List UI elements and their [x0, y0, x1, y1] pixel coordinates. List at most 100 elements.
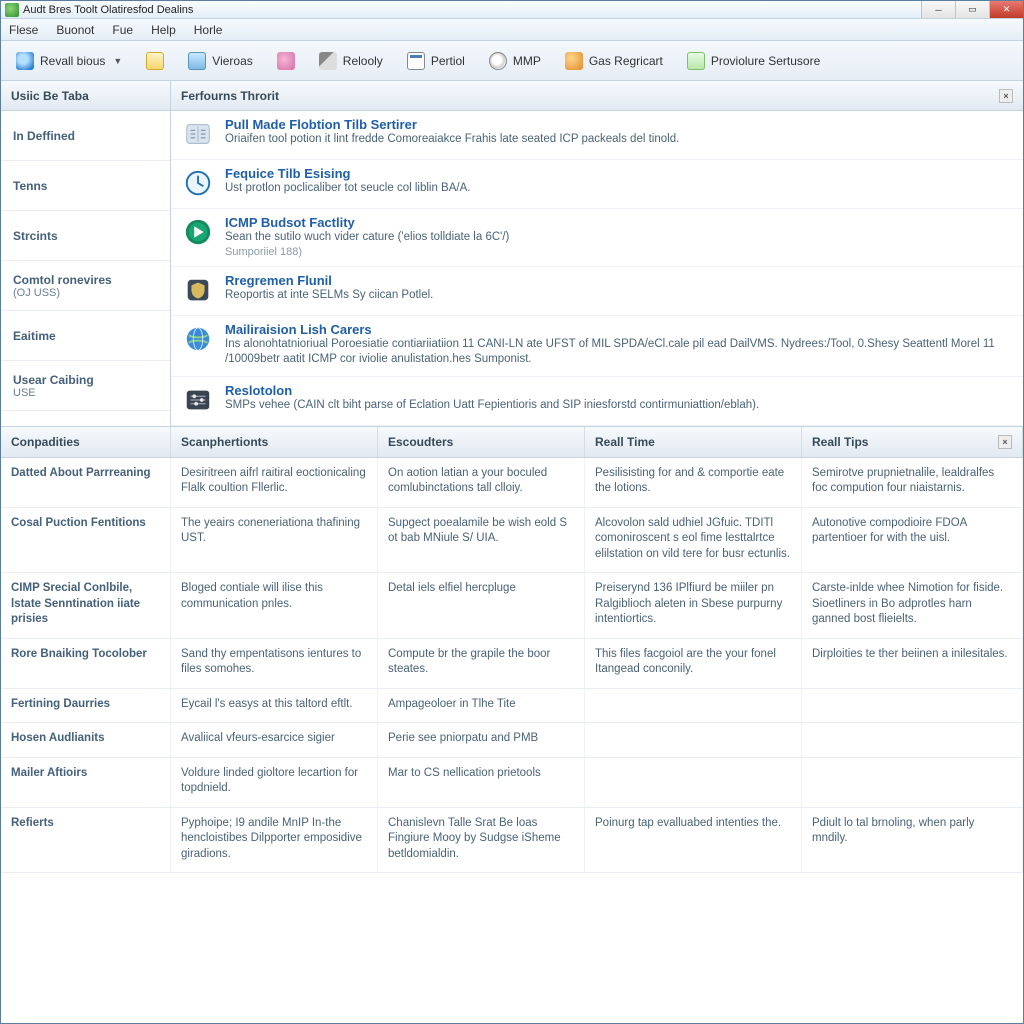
table-cell: On aotion latian a your boculed comlubin… [378, 458, 585, 507]
th-3: Reall Time [585, 427, 802, 457]
toolbar-button[interactable]: Relooly [312, 48, 390, 74]
table-row: Mailer AftioirsVoldure linded gioltore l… [1, 758, 1023, 808]
table-collapse-icon[interactable]: × [998, 435, 1012, 449]
sidebar-header: Usiic Be Taba [1, 81, 170, 111]
toolbar-button-label: Gas Regricart [589, 54, 663, 68]
table-cell [585, 758, 802, 807]
globe-icon [181, 322, 215, 356]
feature-item[interactable]: Fequice Tilb EsisingUst protlon poclical… [171, 160, 1023, 209]
toolbar: Revall bious ▼ Vieroas Relooly Pertiol MMP Gas… [1, 41, 1023, 81]
menu-item[interactable]: Flese [9, 23, 38, 37]
toolbar-button[interactable]: Proviolure Sertusore [680, 48, 827, 74]
table-cell: Supgect poealamile be wish eold S ot bab… [378, 508, 585, 573]
table-cell: Autonotive compodioire FDOA partentioer … [802, 508, 1023, 573]
table-row: Hosen AudlianitsAvaliical vfeurs-esarcic… [1, 723, 1023, 758]
features-column: Ferfourns Throrit × Pull Made Flobtion T… [171, 81, 1023, 426]
panel-close-icon[interactable]: × [999, 89, 1013, 103]
table-cell: Mailer Aftioirs [1, 758, 171, 807]
feature-desc: SMPs vehee (CAIN clt biht parse of Eclat… [225, 398, 759, 414]
features-header: Ferfourns Throrit × [171, 81, 1023, 111]
sidebar-item-label: Usear Caibing [13, 373, 158, 387]
sidebar-item[interactable]: Usear CaibingUSE [1, 361, 170, 411]
th-4: Reall Tips × [802, 427, 1023, 457]
table-cell: Fertining Daurries [1, 689, 171, 723]
feature-desc: Sean the sutilo wuch vider cature ('elio… [225, 230, 509, 246]
sidebar-item[interactable]: In Deffined [1, 111, 170, 161]
globe-icon [16, 52, 34, 70]
palette-icon [277, 52, 295, 70]
min-button[interactable]: ─ [921, 1, 955, 18]
menu-item[interactable]: Fue [112, 23, 133, 37]
menu-item[interactable]: Buonot [56, 23, 94, 37]
app-window: Audt Bres Toolt Olatiresfod Dealins ─ ▭ … [0, 0, 1024, 1024]
app-icon [5, 3, 19, 17]
table-cell: Pdiult lo tal brnoling, when parly mndil… [802, 808, 1023, 873]
sidebar-item-label: Strcints [13, 229, 158, 243]
toolbar-button[interactable]: Revall bious ▼ [9, 48, 129, 74]
reader-icon [181, 117, 215, 151]
toolbar-button[interactable]: MMP [482, 48, 548, 74]
caret-down-icon: ▼ [113, 56, 122, 66]
feature-title: Reslotolon [225, 383, 759, 398]
table-cell: CIMP Srecial Conlbile, lstate Senntinati… [1, 573, 171, 638]
feature-title: Rregremen Flunil [225, 273, 433, 288]
feature-subtext: Sumporiiel 188) [225, 246, 509, 258]
sidebar-item[interactable]: Comtol ronevires(OJ USS) [1, 261, 170, 311]
comparison-table: Conpadities Scanphertionts Escoudters Re… [1, 427, 1023, 874]
menu-item[interactable]: Horle [194, 23, 223, 37]
table-cell: Alcovolon sald udhiel JGfuic. TDITl como… [585, 508, 802, 573]
window-buttons: ─ ▭ ✕ [921, 1, 1023, 18]
feature-title: Fequice Tilb Esising [225, 166, 470, 181]
table-cell: Compute br the grapile the boor steates. [378, 639, 585, 688]
book-icon [188, 52, 206, 70]
slider-icon [181, 383, 215, 417]
pen-icon [319, 52, 337, 70]
table-cell: Cosal Puction Fentitions [1, 508, 171, 573]
play-icon [181, 215, 215, 249]
table-cell [585, 689, 802, 723]
table-row: Cosal Puction FentitionsThe yeairs conen… [1, 508, 1023, 574]
th-2: Escoudters [378, 427, 585, 457]
th-1: Scanphertionts [171, 427, 378, 457]
toolbar-button-label: Relooly [343, 54, 383, 68]
sidebar-item-label: Tenns [13, 179, 158, 193]
table-cell: Perie see pniorpatu and PMB [378, 723, 585, 757]
table-cell [585, 723, 802, 757]
table-header-row: Conpadities Scanphertionts Escoudters Re… [1, 427, 1023, 458]
menubar: Flese Buonot Fue Help Horle [1, 19, 1023, 41]
feature-title: ICMP Budsot Factlity [225, 215, 509, 230]
titlebar: Audt Bres Toolt Olatiresfod Dealins ─ ▭ … [1, 1, 1023, 19]
toolbar-button[interactable]: Pertiol [400, 48, 472, 74]
table-cell: Preiserynd 136 IPlfiurd be miiler pn Ral… [585, 573, 802, 638]
feature-item[interactable]: ReslotolonSMPs vehee (CAIN clt biht pars… [171, 377, 1023, 426]
table-cell: Avaliical vfeurs-esarcice sigier [171, 723, 378, 757]
toolbar-button[interactable] [139, 48, 171, 74]
toolbar-button-label: Revall bious [40, 54, 105, 68]
sphere-icon [565, 52, 583, 70]
table-cell: Poinurg tap evalluabed intenties the. [585, 808, 802, 873]
feature-item[interactable]: Pull Made Flobtion Tilb SertirerOriaifen… [171, 111, 1023, 160]
feature-item[interactable]: ICMP Budsot FactlitySean the sutilo wuch… [171, 209, 1023, 267]
toolbar-button-label: Proviolure Sertusore [711, 54, 820, 68]
feature-item[interactable]: Mailiraision Lish CarersIns alonohtatnio… [171, 316, 1023, 377]
sidebar-item[interactable]: Strcints [1, 211, 170, 261]
toolbar-button[interactable]: Gas Regricart [558, 48, 670, 74]
table-cell: Carste-inlde whee Nimotion for fiside. S… [802, 573, 1023, 638]
table-cell: This files facgoiol are the your fonel I… [585, 639, 802, 688]
sidebar-item[interactable]: Eaitime [1, 311, 170, 361]
sidebar-item-label: In Deffined [13, 129, 158, 143]
toolbar-button[interactable]: Vieroas [181, 48, 259, 74]
clock-icon [181, 166, 215, 200]
table-cell: Hosen Audlianits [1, 723, 171, 757]
mag-icon [489, 52, 507, 70]
menu-item[interactable]: Help [151, 23, 176, 37]
sidebar-item[interactable]: Tenns [1, 161, 170, 211]
toolbar-button[interactable] [270, 48, 302, 74]
table-cell: Rore Bnaiking Tocolober [1, 639, 171, 688]
close-button[interactable]: ✕ [989, 1, 1023, 18]
shield-icon [181, 273, 215, 307]
max-button[interactable]: ▭ [955, 1, 989, 18]
table-cell: Voldure linded gioltore lecartion for to… [171, 758, 378, 807]
feature-item[interactable]: Rregremen FlunilReoportis at inte SELMs … [171, 267, 1023, 316]
toolbar-button-label: MMP [513, 54, 541, 68]
